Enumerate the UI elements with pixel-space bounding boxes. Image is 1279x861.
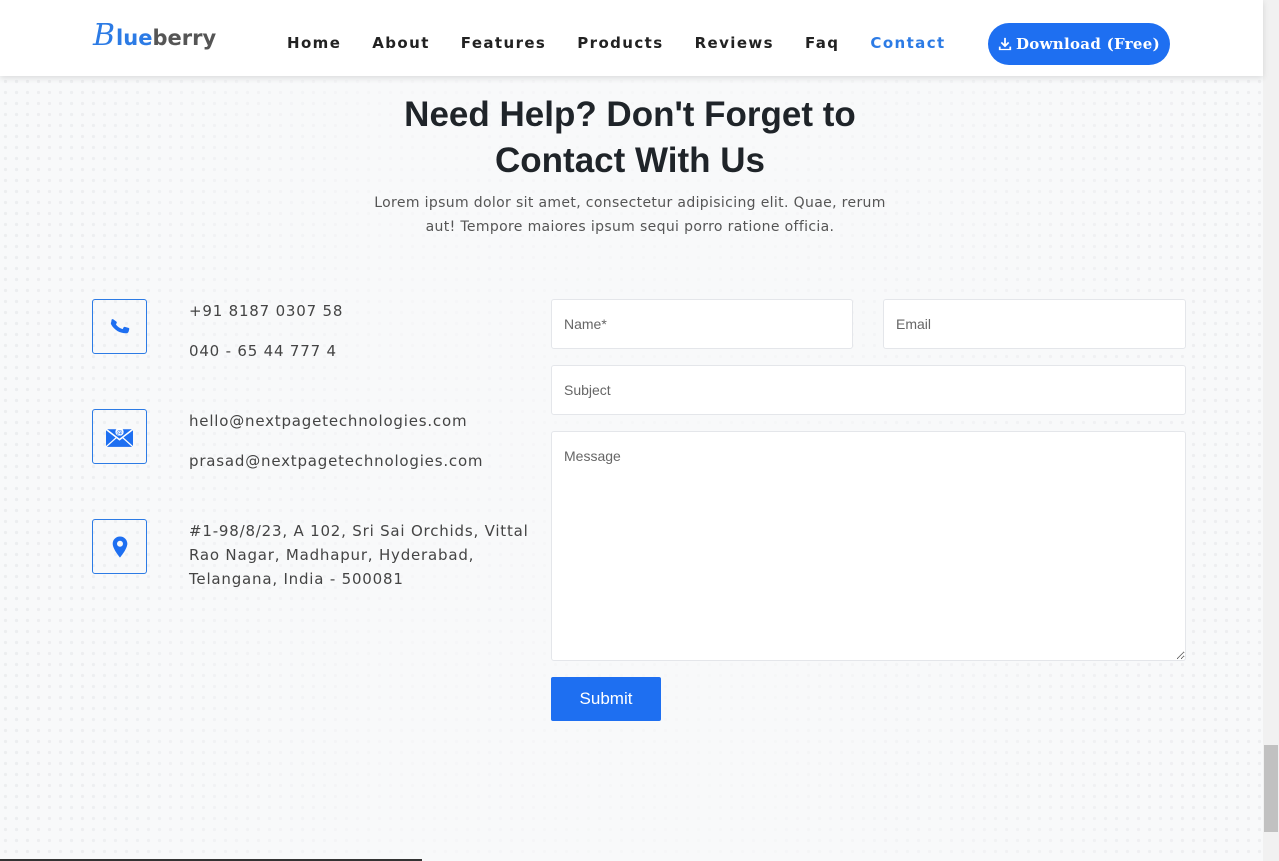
- address-line-3: Telangana, India - 500081: [189, 570, 404, 588]
- nav-products[interactable]: Products: [577, 33, 663, 53]
- svg-text:@: @: [116, 428, 122, 436]
- section-subtitle: Lorem ipsum dolor sit amet, consectetur …: [365, 191, 895, 239]
- map-pin-icon: [112, 536, 127, 557]
- download-icon: [998, 37, 1012, 51]
- phone-icon: [110, 318, 129, 333]
- phone-icon-box: [92, 299, 147, 354]
- email-input[interactable]: [883, 299, 1186, 349]
- phone-number-2[interactable]: 040 - 65 44 777 4: [189, 339, 337, 363]
- nav-about[interactable]: About: [372, 33, 430, 53]
- email-address-1[interactable]: hello@nextpagetechnologies.com: [189, 409, 467, 433]
- subject-input[interactable]: [551, 365, 1186, 415]
- title-line-1: Need Help? Don't Forget to: [404, 95, 856, 134]
- phone-number-1[interactable]: +91 8187 0307 58: [189, 299, 343, 323]
- page-scrollbar[interactable]: [1263, 0, 1279, 861]
- message-textarea[interactable]: [551, 431, 1186, 661]
- submit-button[interactable]: Submit: [551, 677, 661, 721]
- subtitle-line-1: Lorem ipsum dolor sit amet, consectetur …: [374, 195, 886, 211]
- envelope-icon: @: [106, 427, 133, 447]
- nav-contact[interactable]: Contact: [870, 33, 945, 53]
- nav-features[interactable]: Features: [461, 33, 546, 53]
- logo-rest: berry: [152, 26, 217, 50]
- logo-text: lueberry: [116, 20, 216, 56]
- main-nav: Home About Features Products Reviews Faq…: [287, 33, 977, 53]
- section-title: Need Help? Don't Forget to Contact With …: [330, 92, 930, 184]
- location-icon-box: [92, 519, 147, 574]
- address-line-2: Rao Nagar, Madhapur, Hyderabad,: [189, 546, 475, 564]
- logo[interactable]: B lueberry: [93, 18, 216, 54]
- nav-reviews[interactable]: Reviews: [695, 33, 774, 53]
- site-header: B lueberry Home About Features Products …: [0, 0, 1263, 76]
- title-line-2: Contact With Us: [495, 141, 765, 180]
- email-icon-box: @: [92, 409, 147, 464]
- logo-initial: B: [93, 18, 116, 53]
- email-address-2[interactable]: prasad@nextpagetechnologies.com: [189, 449, 483, 473]
- address: #1-98/8/23, A 102, Sri Sai Orchids, Vitt…: [189, 519, 529, 591]
- subtitle-line-2: aut! Tempore maiores ipsum sequi porro r…: [425, 219, 835, 235]
- address-line-1: #1-98/8/23, A 102, Sri Sai Orchids, Vitt…: [189, 522, 529, 540]
- name-input[interactable]: [551, 299, 853, 349]
- logo-highlight: lue: [116, 26, 153, 50]
- download-button[interactable]: Download (Free): [988, 23, 1170, 65]
- download-label: Download (Free): [1015, 35, 1161, 53]
- nav-home[interactable]: Home: [287, 33, 341, 53]
- nav-faq[interactable]: Faq: [805, 33, 839, 53]
- scrollbar-thumb[interactable]: [1264, 745, 1278, 832]
